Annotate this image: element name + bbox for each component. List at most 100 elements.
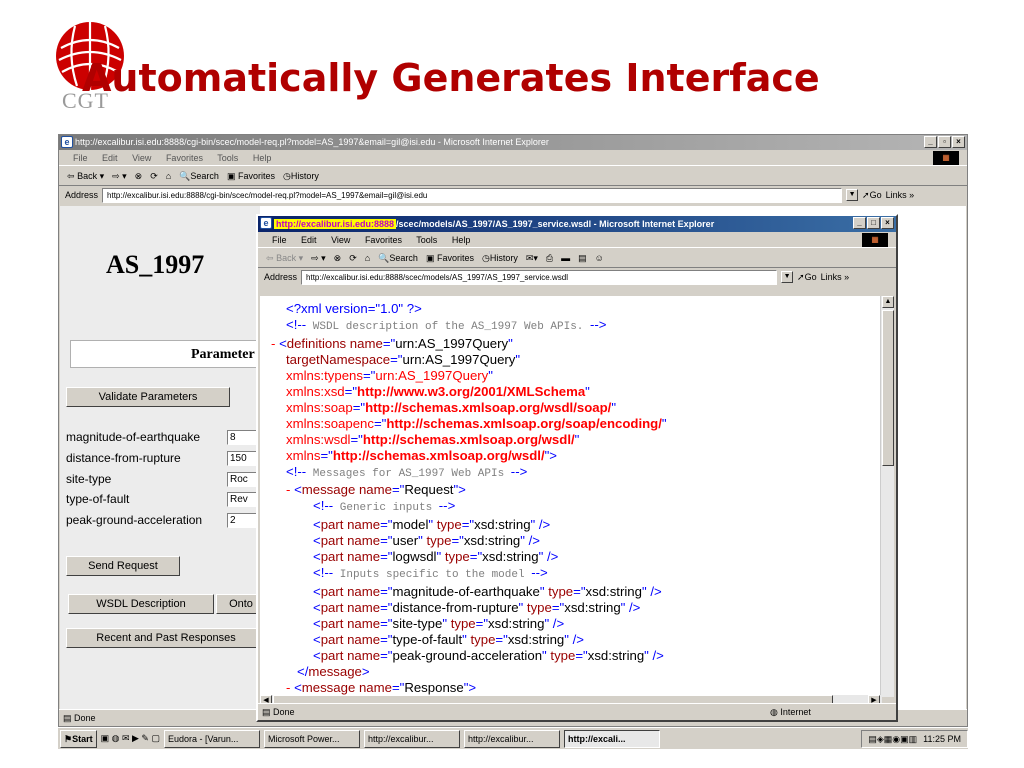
address-dropdown-icon[interactable]: ▼ (846, 189, 859, 201)
page-icon: ▤ (262, 707, 271, 717)
inner-title-rest: /scec/models/AS_1997/AS_1997_service.wsd… (396, 219, 715, 229)
edit-icon[interactable]: ▬ (561, 248, 570, 268)
vertical-scrollbar[interactable]: ▲ (880, 296, 894, 697)
go-label: Go (869, 190, 882, 200)
mail-icon[interactable]: ✉▾ (526, 248, 538, 268)
go-button[interactable]: ➚Go (797, 268, 817, 286)
discuss-icon[interactable]: ▤ (578, 248, 587, 268)
messenger-icon[interactable]: ☺ (595, 248, 604, 268)
menu-file[interactable]: File (272, 235, 287, 245)
message-request-line: - <message name="Request"> (286, 482, 466, 498)
minimize-button[interactable]: _ (853, 217, 866, 229)
task-eudora[interactable]: Eudora - [Varun... (163, 729, 260, 748)
forward-button[interactable]: ⇨ ▾ (112, 166, 127, 186)
part-type: xsd:string (587, 648, 645, 664)
part-type: xsd:string (474, 517, 531, 533)
minimize-button[interactable]: _ (924, 136, 937, 148)
send-request-button[interactable]: Send Request (66, 556, 180, 576)
forward-button[interactable]: ⇨ ▾ (311, 248, 326, 268)
field-label-fault: type-of-fault (66, 492, 130, 506)
zone-label: Internet (780, 707, 811, 717)
search-button[interactable]: 🔍Search (378, 248, 418, 268)
task-powerpoint[interactable]: Microsoft Power... (263, 729, 360, 748)
menu-favorites[interactable]: Favorites (166, 153, 203, 163)
menu-help[interactable]: Help (253, 153, 272, 163)
windows-logo-icon: ▦ (933, 151, 959, 165)
address-dropdown-icon[interactable]: ▼ (781, 271, 794, 283)
back-button[interactable]: ⇦ Back ▾ (67, 166, 104, 186)
part-type: xsd:string (564, 600, 621, 616)
part-type: xsd:string (488, 616, 545, 632)
tray-icons[interactable]: ▤◈▦◉▣▥ (868, 731, 917, 747)
validate-parameters-button[interactable]: Validate Parameters (66, 387, 230, 407)
links-button[interactable]: Links » (821, 268, 850, 286)
page-icon: ▤ (63, 713, 72, 723)
quick-launch-icons[interactable]: ▣ ◍ ✉ ▶ ✎ ▢ (101, 733, 160, 744)
refresh-icon[interactable]: ⟳ (349, 248, 357, 268)
links-button[interactable]: Links » (886, 186, 915, 204)
history-button[interactable]: ◷History (482, 248, 518, 268)
xml-attr-line: xmlns:xsd="http://www.w3.org/2001/XMLSch… (286, 383, 590, 399)
task-ie-2[interactable]: http://excalibur... (463, 729, 560, 748)
stop-icon[interactable]: ⊗ (334, 248, 342, 268)
refresh-icon[interactable]: ⟳ (150, 166, 158, 186)
start-button[interactable]: ⚑Start (60, 729, 97, 748)
message-name: Response (404, 679, 464, 695)
close-button[interactable]: × (881, 217, 894, 229)
part-name: logwsdl (392, 549, 437, 565)
favorites-button[interactable]: ▣ Favorites (227, 166, 275, 186)
parameters-label: Parameter (191, 347, 255, 362)
task-ie-1[interactable]: http://excalibur... (363, 729, 460, 748)
search-button[interactable]: 🔍Search (179, 166, 219, 186)
menu-tools[interactable]: Tools (416, 235, 437, 245)
history-button[interactable]: ◷History (283, 166, 319, 186)
back-arrow-icon: ⇦ (67, 170, 75, 181)
menu-tools[interactable]: Tools (217, 153, 238, 163)
menu-file[interactable]: File (73, 153, 88, 163)
part-line: <part name="peak-ground-acceleration" ty… (313, 648, 664, 664)
stop-icon[interactable]: ⊗ (135, 166, 143, 186)
inner-addressbar: Address http://excalibur.isi.edu:8888/sc… (258, 268, 896, 286)
close-button[interactable]: × (952, 136, 965, 148)
address-text: http://excalibur.isi.edu:8888/scec/model… (306, 272, 568, 282)
part-name: magnitude-of-earthquake (392, 584, 540, 600)
go-button[interactable]: ➚Go (862, 186, 882, 204)
part-line: <part name="distance-from-rupture" type=… (313, 600, 641, 616)
address-input[interactable]: http://excalibur.isi.edu:8888/scec/model… (301, 269, 778, 285)
collapse-toggle[interactable]: - (271, 336, 279, 351)
outer-titlebar[interactable]: e http://excalibur.isi.edu:8888/cgi-bin/… (59, 135, 967, 150)
menu-edit[interactable]: Edit (301, 235, 317, 245)
model-heading: AS_1997 (106, 250, 205, 279)
menu-view[interactable]: View (331, 235, 350, 245)
inner-titlebar[interactable]: e http://excalibur.isi.edu:8888/scec/mod… (258, 216, 896, 232)
part-name: user (392, 533, 419, 549)
menu-edit[interactable]: Edit (102, 153, 118, 163)
taskbar: ⚑Start ▣ ◍ ✉ ▶ ✎ ▢ Eudora - [Varun... Mi… (58, 727, 968, 749)
collapse-toggle[interactable]: - (286, 482, 294, 497)
menu-favorites[interactable]: Favorites (365, 235, 402, 245)
attr-value: http://schemas.xmlsoap.org/wsdl/ (362, 431, 575, 447)
maximize-button[interactable]: □ (867, 217, 880, 229)
address-input[interactable]: http://excalibur.isi.edu:8888/cgi-bin/sc… (102, 187, 843, 203)
back-label: Back (77, 170, 98, 181)
collapse-toggle[interactable]: - (286, 680, 294, 695)
address-text: http://excalibur.isi.edu:8888/cgi-bin/sc… (107, 190, 428, 200)
maximize-button[interactable]: ▫ (938, 136, 951, 148)
attr-value: urn:AS_1997Query (375, 367, 489, 383)
menu-help[interactable]: Help (452, 235, 471, 245)
part-name: distance-from-rupture (392, 600, 519, 616)
scroll-thumb[interactable] (882, 310, 894, 466)
wsdl-description-button[interactable]: WSDL Description (68, 594, 214, 614)
task-ie-active[interactable]: http://excali... (563, 729, 660, 748)
slide-title: Automatically Generates Interface (82, 56, 820, 100)
back-button[interactable]: ⇦ Back ▾ (266, 248, 303, 268)
part-name: peak-ground-acceleration (392, 648, 543, 664)
print-icon[interactable]: ⎙ (546, 248, 553, 268)
favorites-button[interactable]: ▣ Favorites (426, 248, 474, 268)
history-label: History (290, 170, 319, 181)
home-icon[interactable]: ⌂ (166, 166, 171, 186)
menu-view[interactable]: View (132, 153, 151, 163)
scroll-up-icon[interactable]: ▲ (882, 296, 894, 308)
home-icon[interactable]: ⌂ (365, 248, 370, 268)
recent-responses-button[interactable]: Recent and Past Responses (66, 628, 266, 648)
